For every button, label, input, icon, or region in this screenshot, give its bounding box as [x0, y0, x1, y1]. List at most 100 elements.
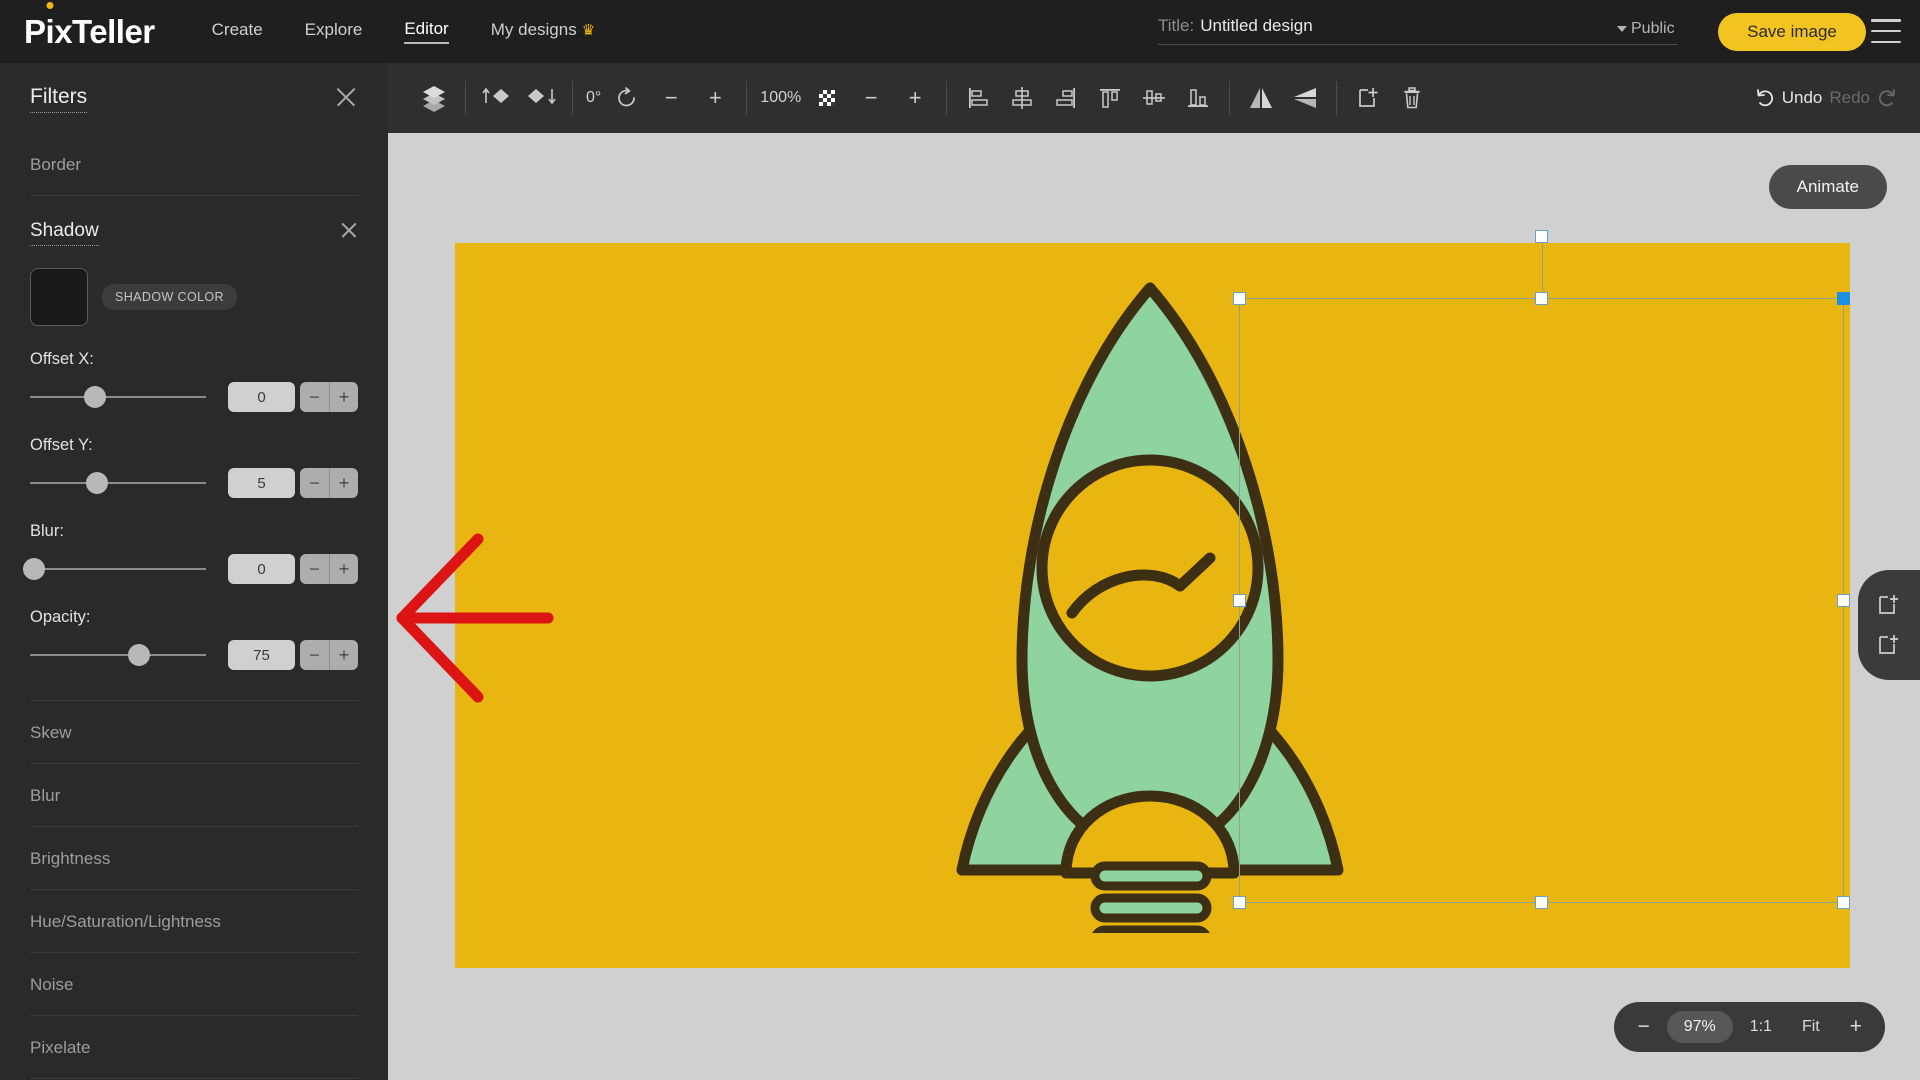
zoom-fit-button[interactable]: Fit — [1789, 1011, 1833, 1043]
opacity-increment-button[interactable]: + — [329, 640, 358, 670]
offset-y-value-input[interactable] — [228, 468, 295, 498]
rotation-decrement-button[interactable]: − — [649, 76, 693, 120]
resize-handle-top-left[interactable] — [1233, 292, 1246, 305]
crown-icon: ♛ — [581, 22, 596, 39]
slider-label-blur: Blur: — [30, 522, 64, 540]
resize-handle-bottom-left[interactable] — [1233, 896, 1246, 909]
resize-handle-bottom-center[interactable] — [1534, 896, 1548, 909]
editor-toolbar: 0° − + 100% − + Undo Redo — [388, 63, 1920, 133]
resize-handle-bottom-right[interactable] — [1837, 896, 1850, 909]
undo-button[interactable]: Undo — [1754, 87, 1822, 109]
flip-vertical-icon[interactable] — [1283, 76, 1327, 120]
design-canvas[interactable] — [455, 243, 1850, 968]
sidebar-item-skew[interactable]: Skew — [30, 700, 358, 764]
trash-delete-icon[interactable] — [1390, 76, 1434, 120]
nav-my-designs-label: My designs — [490, 20, 577, 39]
shadow-color-swatch[interactable] — [30, 268, 88, 326]
checkerboard-opacity-icon[interactable] — [805, 76, 849, 120]
toolbar-divider — [746, 81, 748, 115]
zoom-in-button[interactable]: + — [1837, 1008, 1875, 1046]
align-top-icon[interactable] — [1088, 76, 1132, 120]
opacity-slider-knob[interactable] — [128, 644, 151, 666]
toolbar-divider — [1229, 81, 1231, 115]
flip-horizontal-icon[interactable] — [1239, 76, 1283, 120]
blur-decrement-button[interactable]: − — [300, 554, 329, 584]
title-input[interactable] — [1200, 16, 1621, 36]
nav-link-explore[interactable]: Explore — [305, 20, 363, 43]
slider-label-opacity: Opacity: — [30, 608, 91, 626]
sidebar-item-pixelate[interactable]: Pixelate — [30, 1016, 358, 1079]
offset-y-slider-track[interactable] — [30, 472, 206, 494]
shadow-section-title: Shadow — [30, 220, 99, 246]
offset-x-decrement-button[interactable]: − — [300, 382, 329, 412]
canvas-workspace[interactable]: Animate − 97% 1:1 Fit + — [388, 133, 1920, 1080]
redo-button[interactable]: Redo — [1829, 87, 1898, 109]
nav-link-my-designs[interactable]: My designs ♛ — [491, 20, 595, 43]
resize-handle-top-center[interactable] — [1534, 292, 1548, 305]
pixteller-logo[interactable]: Pi xTeller — [24, 13, 155, 51]
layers-icon[interactable] — [412, 76, 456, 120]
rotate-icon[interactable] — [605, 76, 649, 120]
close-icon[interactable] — [334, 85, 358, 109]
offset-y-decrement-button[interactable]: − — [300, 468, 329, 498]
align-right-icon[interactable] — [1044, 76, 1088, 120]
toolbar-divider — [1336, 81, 1338, 115]
sidebar-item-hue-saturation-lightness[interactable]: Hue/Saturation/Lightness — [30, 890, 358, 953]
offset-y-slider-knob[interactable] — [85, 472, 108, 494]
blur-increment-button[interactable]: + — [329, 554, 358, 584]
opacity-value[interactable]: 100% — [756, 89, 805, 107]
undo-redo-group: Undo Redo — [1754, 63, 1898, 133]
duplicate-icon[interactable] — [1346, 76, 1390, 120]
zoom-level-value[interactable]: 97% — [1666, 1011, 1733, 1043]
resize-handle-top-right[interactable] — [1837, 292, 1850, 305]
nav-link-create[interactable]: Create — [212, 20, 263, 43]
visibility-label: Public — [1631, 20, 1675, 37]
offset-x-slider-knob[interactable] — [84, 386, 107, 408]
hamburger-menu-icon[interactable] — [1871, 19, 1901, 43]
offset-y-increment-button[interactable]: + — [329, 468, 358, 498]
sidebar-section-border[interactable]: Border — [30, 113, 358, 196]
offset-x-increment-button[interactable]: + — [329, 382, 358, 412]
animate-button[interactable]: Animate — [1768, 165, 1887, 209]
rotation-value[interactable]: 0° — [582, 89, 605, 107]
zoom-out-button[interactable]: − — [1624, 1008, 1662, 1046]
rotation-handle[interactable] — [1534, 230, 1548, 243]
resize-handle-middle-left[interactable] — [1233, 593, 1246, 607]
duplicate-frame-icon[interactable] — [1876, 632, 1902, 658]
opacity-increment-button[interactable]: + — [893, 76, 937, 120]
offset-x-slider-track[interactable] — [30, 386, 206, 408]
close-icon[interactable] — [339, 220, 358, 239]
send-backward-icon[interactable] — [519, 76, 563, 120]
title-label: Title: — [1158, 16, 1195, 35]
rocket-illustration[interactable] — [850, 268, 1450, 933]
visibility-dropdown[interactable]: Public — [1617, 20, 1675, 38]
design-title-field[interactable]: Title: — [1158, 16, 1678, 45]
opacity-decrement-button[interactable]: − — [300, 640, 329, 670]
nav-link-editor[interactable]: Editor — [404, 19, 449, 44]
save-image-button[interactable]: Save image — [1718, 13, 1866, 51]
sidebar-item-blur[interactable]: Blur — [30, 764, 358, 827]
rotation-increment-button[interactable]: + — [693, 76, 737, 120]
toolbar-divider — [946, 81, 948, 115]
align-left-icon[interactable] — [956, 76, 1000, 120]
opacity-value-input[interactable] — [228, 640, 295, 670]
opacity-slider-track[interactable] — [30, 644, 206, 666]
zoom-actual-size-button[interactable]: 1:1 — [1737, 1011, 1785, 1043]
opacity-decrement-button[interactable]: − — [849, 76, 893, 120]
slider-label-offset-y: Offset Y: — [30, 436, 93, 454]
offset-x-value-input[interactable] — [228, 382, 295, 412]
sidebar-item-brightness[interactable]: Brightness — [30, 827, 358, 890]
bring-forward-icon[interactable] — [475, 76, 519, 120]
align-bottom-icon[interactable] — [1176, 76, 1220, 120]
blur-value-input[interactable] — [228, 554, 295, 584]
align-center-horizontal-icon[interactable] — [1000, 76, 1044, 120]
blur-slider-track[interactable] — [22, 558, 206, 580]
sidebar-item-noise[interactable]: Noise — [30, 953, 358, 1016]
add-frame-icon[interactable] — [1876, 592, 1902, 618]
blur-slider-knob[interactable] — [22, 558, 45, 580]
align-middle-vertical-icon[interactable] — [1132, 76, 1176, 120]
slider-label-offset-x: Offset X: — [30, 350, 94, 368]
logo-text-pre: P — [24, 12, 46, 50]
shadow-section-header: Shadow — [30, 196, 358, 246]
resize-handle-middle-right[interactable] — [1837, 593, 1850, 607]
